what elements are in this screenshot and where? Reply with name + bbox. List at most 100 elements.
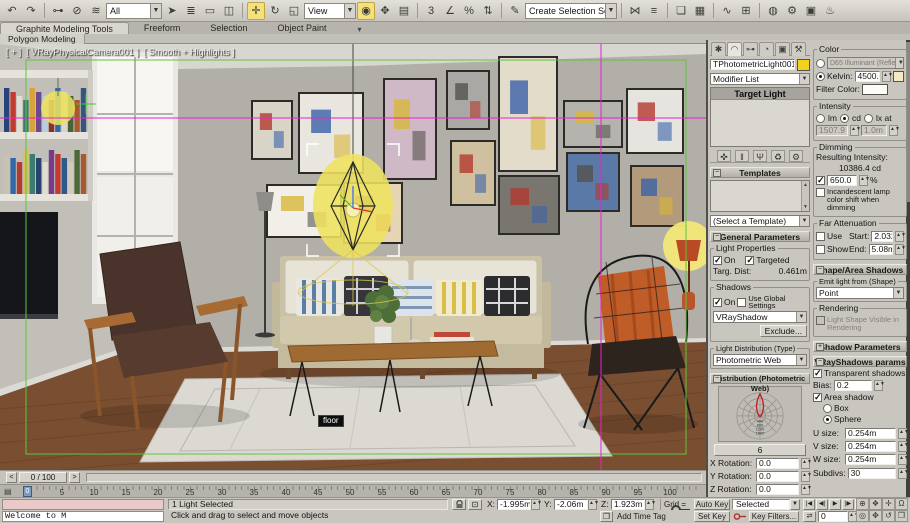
intensity-field[interactable]: 1507.9 xyxy=(816,125,848,136)
graphite-ribbon-icon[interactable]: ▦ xyxy=(691,2,709,20)
previous-frame-icon[interactable]: ◀| xyxy=(816,499,828,510)
undo-icon[interactable]: ↶ xyxy=(3,2,21,20)
targeted-checkbox[interactable] xyxy=(745,256,754,265)
select-and-rotate-icon[interactable]: ↻ xyxy=(266,2,284,20)
render-production-icon[interactable]: ♨ xyxy=(821,2,839,20)
spinner-icon[interactable]: ▲▼ xyxy=(801,471,810,482)
scene-svg[interactable] xyxy=(0,44,706,470)
auto-key-button[interactable]: Auto Key xyxy=(694,499,730,510)
rollout-collapse-icon[interactable]: − xyxy=(816,358,824,366)
select-and-move-icon[interactable]: ✛ xyxy=(247,2,265,20)
spinner-icon[interactable]: ▲▼ xyxy=(898,441,907,452)
rollout-collapse-icon[interactable]: − xyxy=(713,233,721,241)
dimming-field[interactable]: 650.0 xyxy=(827,175,857,186)
w-size-field[interactable]: 0.254m xyxy=(845,454,896,465)
select-and-link-icon[interactable]: ⊶ xyxy=(49,2,67,20)
select-and-scale-icon[interactable]: ◱ xyxy=(285,2,303,20)
make-unique-icon[interactable]: Ψ xyxy=(753,150,767,162)
percent-snap-icon[interactable]: % xyxy=(460,2,478,20)
spinner-snap-icon[interactable]: ⇅ xyxy=(479,2,497,20)
emit-shape-dropdown[interactable]: Point▼ xyxy=(816,287,904,299)
maxscript-mini-listener-pink[interactable] xyxy=(2,499,164,510)
v-size-field[interactable]: 0.254m xyxy=(845,441,896,452)
spinner-icon[interactable]: ▲▼ xyxy=(895,231,904,242)
track-bar[interactable]: ▤ 0 510152025303540455055606570758085909… xyxy=(0,484,706,497)
layer-manager-icon[interactable]: ❏ xyxy=(672,2,690,20)
pin-stack-icon[interactable]: ✜ xyxy=(717,150,731,162)
modifier-list-dropdown[interactable]: Modifier List▼ xyxy=(710,73,810,85)
kelvin-radio[interactable] xyxy=(816,72,825,81)
tab-graphite-modeling-tools[interactable]: Graphite Modeling Tools xyxy=(0,22,129,34)
absolute-offset-toggle-icon[interactable]: ⊡ xyxy=(468,499,482,510)
viewport-menu-shading[interactable]: [ Smooth + Highlights ] xyxy=(144,47,235,57)
selection-lock-icon[interactable] xyxy=(452,499,466,510)
mirror-icon[interactable]: ⋈ xyxy=(626,2,644,20)
rollout-general-parameters[interactable]: −General Parameters xyxy=(710,231,810,242)
remove-modifier-icon[interactable]: ♻ xyxy=(771,150,785,162)
named-selection-sets-dropdown[interactable]: Create Selection Se▼ xyxy=(525,3,617,19)
tab-utilities-icon[interactable]: ⚒ xyxy=(791,42,806,56)
rollout-expand-icon[interactable]: + xyxy=(816,343,824,351)
spinner-icon[interactable]: ▲▼ xyxy=(645,499,654,510)
z-rotation-field[interactable]: 0.0 xyxy=(756,484,799,495)
align-icon[interactable]: ≡ xyxy=(645,2,663,20)
key-mode-toggle-icon[interactable]: ⇄ xyxy=(803,511,816,522)
time-slider-handle[interactable]: 0 / 100 xyxy=(19,472,67,483)
next-frame-icon[interactable]: |▶ xyxy=(842,499,854,510)
key-mode-dropdown[interactable]: Selected xyxy=(732,499,790,510)
end-field[interactable]: 5.08m xyxy=(869,244,894,255)
kelvin-color-swatch[interactable] xyxy=(893,71,904,82)
time-slider-track[interactable] xyxy=(86,473,702,482)
selection-filter-dropdown[interactable]: All▼ xyxy=(106,3,162,19)
bind-to-space-warp-icon[interactable]: ≋ xyxy=(87,2,105,20)
viewport-menu-pov[interactable]: [ VRayPhysicalCamera001 ] xyxy=(26,47,139,57)
maxscript-mini-listener[interactable]: Welcome to M xyxy=(2,511,164,522)
x-rotation-field[interactable]: 0.0 xyxy=(756,458,799,469)
maximize-viewport-icon[interactable]: ❒ xyxy=(895,510,908,522)
lx-distance-field[interactable]: 1.0m xyxy=(861,125,887,136)
zoom-icon[interactable]: ⊕ xyxy=(856,498,869,510)
spinner-icon[interactable]: ▲▼ xyxy=(859,175,868,186)
z-coord-field[interactable]: 1.923m xyxy=(611,499,645,510)
tab-hierarchy-icon[interactable]: ⊶ xyxy=(743,42,758,56)
cd-radio[interactable] xyxy=(840,114,849,123)
tab-freeform[interactable]: Freeform xyxy=(129,22,196,34)
web-file-button[interactable]: 6 xyxy=(714,444,806,456)
spinner-icon[interactable]: ▲▼ xyxy=(874,380,883,391)
spinner-icon[interactable]: ▲▼ xyxy=(889,125,898,136)
show-checkbox[interactable] xyxy=(816,245,825,254)
select-template-dropdown[interactable]: (Select a Template)▼ xyxy=(710,215,810,227)
previous-frame-button[interactable]: < xyxy=(6,472,17,483)
object-color-swatch[interactable] xyxy=(797,59,810,71)
spinner-icon[interactable]: ▲▼ xyxy=(898,428,907,439)
tab-motion-icon[interactable]: ◔ xyxy=(759,42,774,56)
tab-selection[interactable]: Selection xyxy=(195,22,262,34)
use-global-checkbox[interactable] xyxy=(737,298,746,307)
x-coord-field[interactable]: -1.995m xyxy=(497,499,531,510)
bias-field[interactable]: 0.2 xyxy=(834,380,872,391)
go-to-start-icon[interactable]: |◀ xyxy=(803,499,815,510)
orbit-icon[interactable]: ↺ xyxy=(882,510,895,522)
select-and-manipulate-icon[interactable]: ✥ xyxy=(376,2,394,20)
rollout-vrayshadows-params[interactable]: −VRayShadows params xyxy=(813,356,907,367)
y-coord-field[interactable]: -2.06m xyxy=(554,499,588,510)
tab-object-paint[interactable]: Object Paint xyxy=(262,22,341,34)
add-time-tag-label[interactable]: Add Time Tag xyxy=(617,511,671,522)
spinner-icon[interactable]: ▲▼ xyxy=(882,71,891,82)
spinner-icon[interactable]: ▲▼ xyxy=(850,125,859,136)
light-shape-visible-checkbox[interactable] xyxy=(816,316,825,325)
configure-modifier-sets-icon[interactable]: ⚙ xyxy=(789,150,803,162)
use-checkbox[interactable] xyxy=(816,232,825,241)
spinner-icon[interactable]: ▲▼ xyxy=(898,454,907,465)
sphere-radio[interactable] xyxy=(823,415,832,424)
lm-radio[interactable] xyxy=(816,114,825,123)
exclude-button[interactable]: Exclude... xyxy=(760,325,807,337)
rollout-collapse-icon[interactable]: − xyxy=(713,375,721,383)
y-rotation-field[interactable]: 0.0 xyxy=(756,471,799,482)
rollout-shadow-parameters[interactable]: +Shadow Parameters xyxy=(813,341,907,352)
fov-icon[interactable]: Ω xyxy=(895,498,908,510)
tab-polygon-modeling[interactable]: Polygon Modeling xyxy=(0,34,85,44)
next-frame-button[interactable]: > xyxy=(69,472,80,483)
spinner-icon[interactable]: ▲▼ xyxy=(531,499,540,510)
modifier-stack[interactable]: Target Light xyxy=(710,87,810,147)
